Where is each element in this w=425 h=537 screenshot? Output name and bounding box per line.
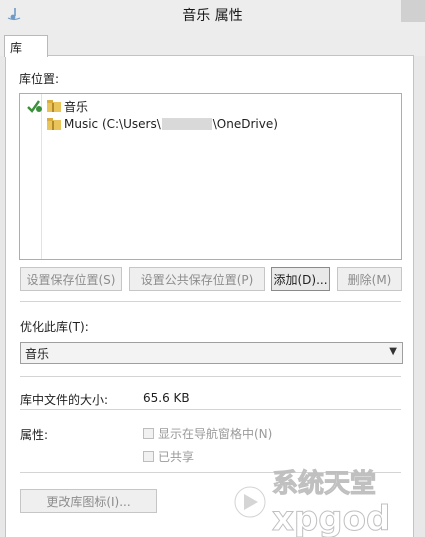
location-path-text-start: Music (C:\Users\ [64, 117, 161, 131]
divider [20, 409, 401, 410]
add-location-button[interactable]: 添加(D)... [271, 267, 330, 291]
show-in-nav-label: 显示在导航窗格中(N) [158, 427, 273, 441]
close-button[interactable] [401, 0, 425, 22]
chevron-down-icon: ▼ [389, 346, 397, 357]
library-locations-list[interactable]: 音乐 Music (C:\Users\ \OneDrive) [19, 93, 402, 260]
svg-text:系统天堂: 系统天堂 [272, 468, 376, 499]
folder-icon [47, 118, 61, 130]
library-app-icon [6, 6, 22, 22]
show-in-nav-checkbox[interactable]: 显示在导航窗格中(N) [143, 425, 272, 442]
shared-checkbox[interactable]: 已共享 [143, 448, 194, 465]
set-save-location-button[interactable]: 设置保存位置(S) [20, 267, 122, 291]
list-gutter [20, 94, 42, 259]
location-path-text-end: \OneDrive) [212, 117, 278, 131]
svg-text:xpgod: xpgod [272, 499, 390, 537]
list-item[interactable]: 音乐 [26, 97, 88, 115]
remove-location-button[interactable]: 删除(M) [337, 267, 402, 291]
tab-library[interactable]: 库 [4, 35, 48, 57]
checkbox-box [143, 451, 154, 462]
location-path-text: 音乐 [64, 99, 89, 114]
divider [20, 301, 401, 302]
title-bar: 音乐 属性 [0, 0, 425, 30]
tab-strip: 库 [0, 30, 425, 57]
set-public-save-location-button[interactable]: 设置公共保存位置(P) [129, 267, 265, 291]
optimize-select[interactable]: 音乐 ▼ [20, 342, 403, 364]
library-locations-label: 库位置: [19, 72, 60, 86]
library-size-value: 65.6 KB [143, 391, 190, 405]
optimize-label: 优化此库(T): [20, 320, 89, 334]
shared-label: 已共享 [158, 450, 195, 464]
optimize-selected-value: 音乐 [25, 346, 50, 361]
folder-icon [47, 100, 61, 112]
default-save-location-icon [26, 98, 44, 114]
checkbox-box [143, 428, 154, 439]
watermark-logo: 系统天堂 xpgod [232, 458, 422, 537]
attributes-label: 属性: [20, 428, 49, 442]
redacted-username [161, 118, 212, 130]
list-item[interactable]: Music (C:\Users\ \OneDrive) [44, 115, 278, 133]
divider [20, 376, 401, 377]
change-library-icon-button[interactable]: 更改库图标(I)... [20, 489, 157, 513]
library-size-label: 库中文件的大小: [20, 393, 109, 407]
window-title: 音乐 属性 [182, 8, 243, 24]
